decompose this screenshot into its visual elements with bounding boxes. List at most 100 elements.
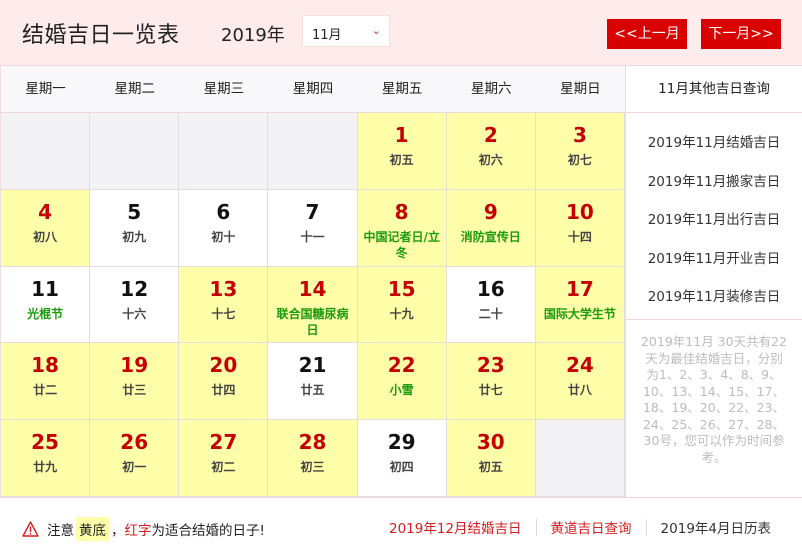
lunar-date: 十一 [300, 229, 325, 244]
day-number: 24 [566, 353, 594, 378]
footer-link-dec-wedding[interactable]: 2019年12月结婚吉日 [389, 517, 522, 537]
sidebar-heading: 11月其他吉日查询 [625, 66, 802, 113]
calendar-cell-empty [1, 113, 91, 190]
year-label: 2019年 [221, 25, 285, 46]
calendar-day-cell[interactable]: 16 二十 [446, 266, 536, 344]
lunar-date: 初三 [300, 460, 325, 475]
day-number: 27 [209, 430, 238, 455]
notice-prefix: 注意 [47, 523, 74, 539]
notice-red-text: 红字 [124, 523, 152, 539]
calendar-day-cell[interactable]: 22 小雪 [357, 343, 447, 421]
day-number: 25 [31, 430, 59, 455]
festival-label: 国际大学生节 [543, 306, 616, 321]
calendar-day-cell[interactable]: 3 初七 [535, 113, 625, 190]
calendar-day-cell[interactable]: 1 初五 [357, 113, 447, 190]
calendar-day-cell[interactable]: 2 初六 [446, 113, 536, 190]
warning-icon [22, 521, 39, 537]
footer-links: 2019年12月结婚吉日 黄道吉日查询 2019年4月日历表 [389, 517, 771, 537]
day-number: 8 [394, 199, 409, 224]
weekday-mon: 星期一 [25, 81, 66, 97]
calendar-day-cell[interactable]: 20 廿四 [179, 343, 269, 421]
next-month-button[interactable]: 下一月>> [701, 19, 781, 49]
calendar-day-cell[interactable]: 15 十九 [357, 266, 447, 344]
day-number: 5 [127, 199, 142, 224]
calendar-day-cell[interactable]: 10 十四 [535, 189, 625, 267]
notice-comma: ， [111, 523, 125, 539]
sidebar-link-wedding[interactable]: 2019年11月结婚吉日 [626, 133, 802, 172]
day-number: 13 [209, 276, 238, 301]
festival-label: 联合国糖尿病日 [276, 306, 349, 337]
calendar-day-cell[interactable]: 8 中国记者日/立冬 [357, 189, 447, 267]
weekday-header: 星期一 星期二 星期三 星期四 星期五 星期六 星期日 [1, 66, 625, 113]
calendar-day-cell[interactable]: 21 廿五 [268, 343, 358, 421]
legend-notice: 注意 黄底 ， 红字 为适合结婚的日子! [22, 517, 265, 541]
day-number: 19 [120, 353, 149, 378]
calendar-cell-empty [268, 113, 358, 190]
chevron-down-icon: ⌄ [371, 24, 381, 37]
day-number: 1 [394, 123, 409, 147]
calendar-day-cell[interactable]: 6 初十 [179, 189, 269, 267]
calendar-day-cell[interactable]: 19 廿三 [90, 343, 180, 421]
lunar-date: 廿三 [122, 383, 147, 398]
calendar-day-cell[interactable]: 7 十一 [268, 189, 358, 267]
lunar-date: 初十 [211, 229, 236, 244]
calendar-day-cell[interactable]: 12 十六 [90, 266, 180, 344]
calendar-day-cell[interactable]: 17 国际大学生节 [535, 266, 625, 344]
day-number: 2 [483, 123, 498, 147]
footer-link-april-calendar[interactable]: 2019年4月日历表 [661, 517, 771, 537]
calendar-cell-empty [179, 113, 269, 190]
auspicious-summary-note: 2019年11月 30天共有22天为最佳结婚吉日，分别为1、2、3、4、8、9、… [640, 334, 787, 465]
weekday-sun: 星期日 [560, 81, 601, 97]
day-number: 18 [31, 353, 59, 378]
festival-label: 小雪 [389, 383, 414, 398]
prev-month-button[interactable]: <<上一月 [607, 19, 687, 49]
footer-link-huangdao[interactable]: 黄道吉日查询 [551, 517, 632, 537]
lunar-date: 初四 [389, 460, 414, 475]
day-number: 6 [216, 199, 231, 224]
lunar-date: 初五 [389, 153, 414, 167]
calendar-day-cell[interactable]: 30 初五 [446, 420, 536, 497]
day-number: 29 [387, 430, 416, 455]
day-number: 23 [476, 353, 505, 378]
weekday-thu: 星期四 [292, 81, 334, 97]
lunar-date: 十六 [122, 306, 147, 321]
day-number: 16 [476, 276, 505, 301]
calendar-day-cell[interactable]: 9 消防宣传日 [446, 189, 536, 267]
lunar-date: 初九 [122, 229, 147, 244]
sidebar-link-moving[interactable]: 2019年11月搬家吉日 [626, 172, 802, 211]
calendar-day-cell[interactable]: 27 初二 [179, 420, 269, 497]
calendar-grid: 1 初五 2 初六 3 初七 4 初八 5 初九 6 初十 7 十一 8 中国记者日/立冬 9 消防宣传日 10 十四… [1, 113, 625, 497]
day-number: 3 [572, 123, 587, 147]
lunar-date: 廿八 [567, 383, 592, 398]
sidebar-link-opening[interactable]: 2019年11月开业吉日 [626, 249, 802, 288]
calendar-day-cell[interactable]: 23 廿七 [446, 343, 536, 421]
lunar-date: 十四 [567, 229, 592, 244]
month-select[interactable]: 11月 ⌄ [302, 15, 390, 47]
page-title: 结婚吉日一览表 [22, 23, 180, 48]
day-number: 15 [387, 276, 416, 301]
lunar-date: 十七 [211, 306, 236, 321]
calendar-day-cell[interactable]: 28 初三 [268, 420, 358, 497]
calendar-day-cell[interactable]: 5 初九 [90, 189, 180, 267]
lunar-date: 初七 [567, 153, 592, 167]
day-number: 10 [566, 199, 594, 224]
calendar-day-cell[interactable]: 25 廿九 [1, 420, 91, 497]
calendar-day-cell[interactable]: 4 初八 [1, 189, 91, 267]
sidebar: 2019年11月结婚吉日 2019年11月搬家吉日 2019年11月出行吉日 2… [625, 113, 802, 497]
calendar-day-cell[interactable]: 13 十七 [179, 266, 269, 344]
calendar-day-cell[interactable]: 18 廿二 [1, 343, 91, 421]
calendar-day-cell[interactable]: 14 联合国糖尿病日 [268, 266, 358, 344]
calendar-cell-empty [90, 113, 180, 190]
day-number: 20 [209, 353, 238, 378]
calendar-day-cell[interactable]: 29 初四 [357, 420, 447, 497]
lunar-date: 十九 [389, 306, 414, 321]
notice-yellow-bg: 黄底 [76, 517, 109, 541]
calendar-day-cell[interactable]: 26 初一 [90, 420, 180, 497]
sidebar-link-travel[interactable]: 2019年11月出行吉日 [626, 210, 802, 249]
lunar-date: 廿五 [300, 383, 325, 398]
weekday-fri: 星期五 [381, 81, 423, 97]
calendar-day-cell[interactable]: 11 光棍节 [1, 266, 91, 344]
calendar-day-cell[interactable]: 24 廿八 [535, 343, 625, 421]
header: 结婚吉日一览表 2019年 11月 ⌄ <<上一月 下一月>> [0, 0, 802, 66]
day-number: 17 [566, 276, 594, 301]
